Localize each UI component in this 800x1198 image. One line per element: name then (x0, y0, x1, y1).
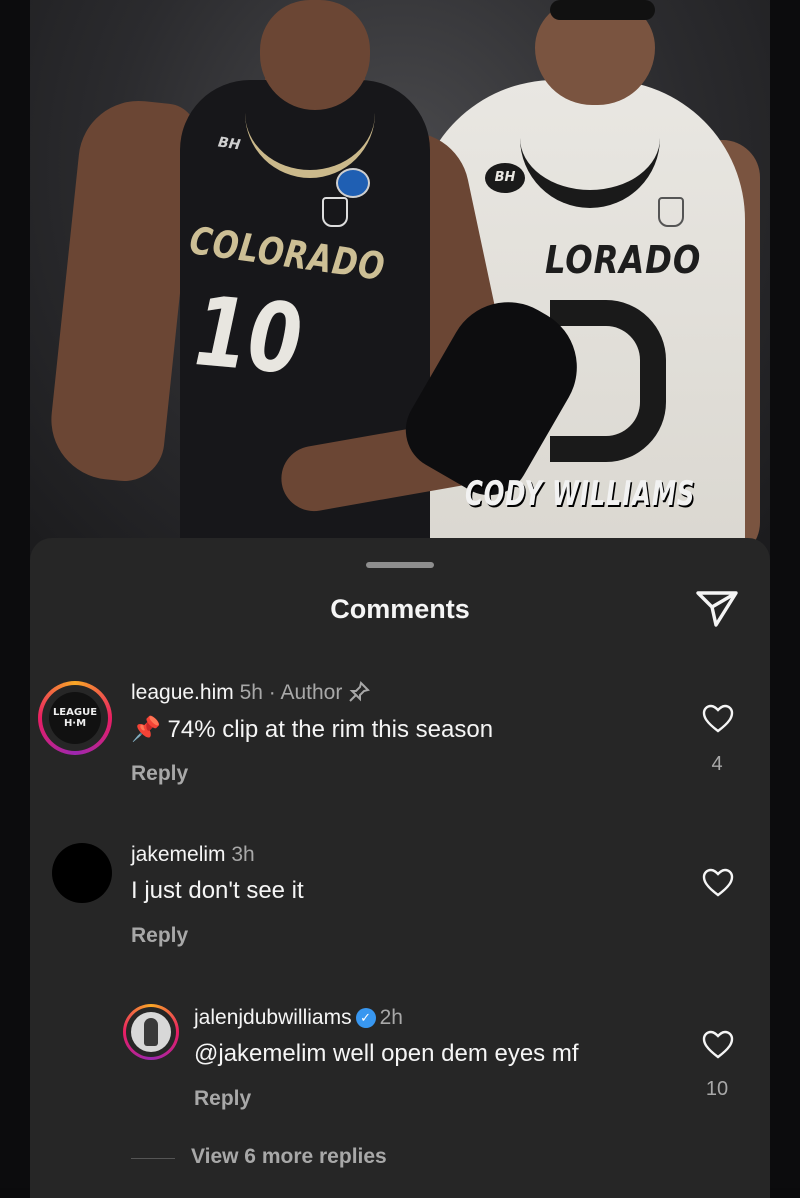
comment-text: I just don't see it (131, 877, 304, 904)
pac12-logo (658, 197, 684, 227)
avatar-photo (131, 1012, 171, 1052)
comment-time: 3h (231, 843, 255, 866)
player2-mask (550, 0, 655, 20)
player1-head (260, 0, 370, 110)
pin-icon (349, 681, 371, 702)
avatar[interactable] (52, 843, 112, 903)
comment-username[interactable]: jakemelim (131, 843, 226, 866)
player2-jersey-text: LORADO (545, 238, 702, 282)
avatar-ring-gap (126, 1007, 176, 1057)
drag-handle[interactable] (366, 562, 434, 568)
author-badge: · Author (268, 681, 343, 704)
like-count: 10 (705, 1078, 729, 1100)
comment-time: 5h (239, 681, 263, 704)
avatar-logo: LEAGUE H·M (49, 692, 101, 744)
reply-button[interactable]: Reply (194, 1087, 251, 1111)
comment-text: 📌 74% clip at the rim this season (131, 716, 494, 743)
player1-jersey-number: 10 (191, 275, 305, 397)
comments-sheet (30, 538, 770, 1198)
reply-button[interactable]: Reply (131, 762, 188, 786)
view-more-replies-button[interactable]: View 6 more replies (191, 1145, 387, 1169)
comment-username[interactable]: league.him (131, 681, 234, 704)
like-count: 4 (711, 753, 723, 775)
ncaa-logo (336, 168, 370, 198)
heart-icon[interactable] (702, 868, 734, 898)
comment-text: @jakemelim well open dem eyes mf (194, 1040, 579, 1067)
comment-meta: jalenjdubwilliams ✓ 2h (194, 1006, 403, 1030)
player1-left-arm (45, 95, 200, 485)
share-icon[interactable] (694, 589, 740, 629)
comment-meta: league.him 5h · Author (131, 681, 371, 705)
player1-patch: BH (216, 134, 242, 154)
heart-icon[interactable] (702, 1030, 734, 1060)
player2-patch: BH (485, 163, 525, 193)
heart-icon[interactable] (702, 704, 734, 734)
avatar-ring-gap: LEAGUE H·M (42, 685, 108, 751)
verified-badge-icon: ✓ (355, 1008, 376, 1028)
avatar[interactable]: LEAGUE H·M (38, 681, 112, 755)
replies-divider (131, 1158, 175, 1159)
comment-time: 2h (379, 1006, 403, 1029)
comment-meta: jakemelim 3h (131, 843, 255, 867)
image-caption: CODY WILLIAMS (465, 474, 696, 514)
comment-username[interactable]: jalenjdubwilliams (194, 1006, 352, 1029)
avatar[interactable] (123, 1004, 179, 1060)
reply-button[interactable]: Reply (131, 924, 188, 948)
pac12-logo (322, 197, 348, 227)
sheet-title: Comments (330, 594, 470, 624)
